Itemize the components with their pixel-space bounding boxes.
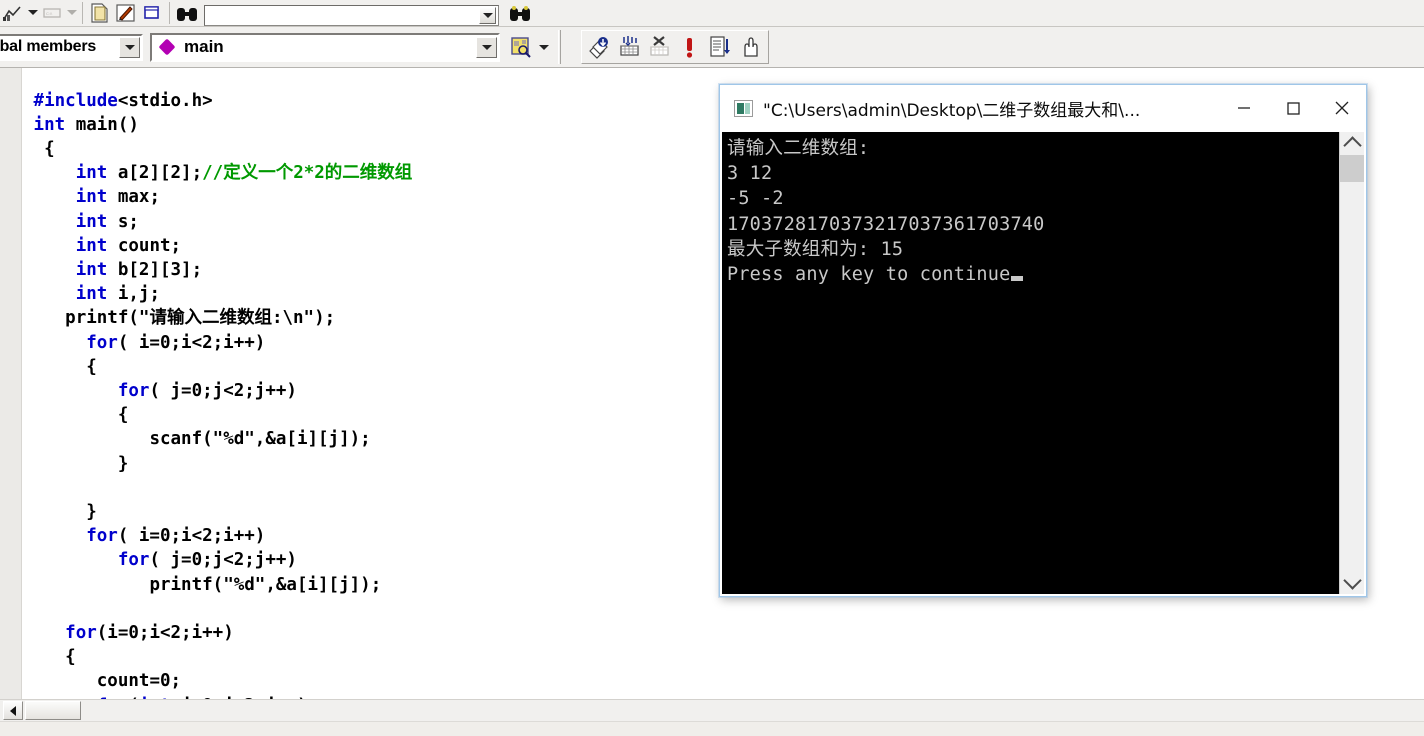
console-body: 请输入二维数组: 3 12 -5 -2 17037281703732170373… [722,132,1364,594]
ide-window: C:\\ obal members main #include<stdio.h>… [0,0,1424,736]
horizontal-scroll-thumb[interactable] [25,701,81,720]
minimize-button[interactable] [1219,85,1268,131]
scroll-left-button[interactable] [3,701,23,720]
function-diamond-icon [158,38,176,56]
console-vertical-scrollbar[interactable] [1339,132,1364,594]
build-toolbar-group [581,30,769,64]
horizontal-scroll-track[interactable] [81,701,1424,720]
console-cursor [1011,276,1024,282]
toolbar-group-left: C:\\ [0,0,78,26]
bookmark-icon[interactable] [506,32,536,62]
toolbar-group-docs [87,0,165,26]
status-bar [0,721,1424,736]
svg-text:C:\\: C:\\ [46,11,53,16]
execute-icon[interactable] [675,32,705,62]
function-combo[interactable]: main [150,32,500,62]
toolbar-separator-2 [169,2,170,24]
toolbar-separator-1 [82,2,83,24]
editor-gutter[interactable] [0,68,22,699]
stop-build-icon[interactable] [645,32,675,62]
build-icon[interactable] [615,32,645,62]
source-code[interactable]: #include<stdio.h> int main() { int a[2][… [23,89,413,700]
window-controls [1219,85,1366,132]
find-binoculars-icon[interactable] [507,2,533,26]
resource-icon[interactable]: C:\\ [39,1,65,25]
vertical-scroll-thumb[interactable] [1340,155,1364,182]
members-combo-value: obal members [0,38,97,55]
toolbar-separator-3 [558,30,561,64]
window-icon[interactable] [139,1,165,25]
search-combo-dropdown-caret[interactable] [479,7,496,24]
compile-icon[interactable] [585,32,615,62]
binoculars-icon[interactable] [174,2,200,26]
console-output-text: 请输入二维数组: 3 12 -5 -2 17037281703732170373… [727,138,1045,286]
function-combo-value: main [184,37,224,56]
maximize-button[interactable] [1268,85,1317,131]
console-app-icon [734,100,753,117]
close-button[interactable] [1317,85,1366,131]
toolbar-row-1: C:\\ [0,0,1424,27]
breakpoint-icon[interactable] [735,32,765,62]
chart-dropdown-caret[interactable] [26,1,39,25]
new-document-icon[interactable] [87,1,113,25]
console-window[interactable]: "C:\Users\admin\Desktop\二维子数组最大和\... 请输入… [719,84,1367,597]
console-title-bar[interactable]: "C:\Users\admin\Desktop\二维子数组最大和\... [720,85,1366,133]
members-combo[interactable]: obal members [0,33,143,61]
search-combo[interactable] [204,5,499,26]
editor-horizontal-scrollbar[interactable] [0,699,1424,721]
resource-dropdown-caret[interactable] [65,1,78,25]
go-icon[interactable] [705,32,735,62]
scroll-down-button[interactable] [1340,571,1364,594]
function-combo-caret[interactable] [476,36,497,58]
members-combo-caret[interactable] [119,36,140,58]
edit-pencil-icon[interactable] [113,1,139,25]
console-output[interactable]: 请输入二维数组: 3 12 -5 -2 17037281703732170373… [722,132,1339,594]
scroll-up-button[interactable] [1340,132,1364,155]
chart-icon[interactable] [0,1,26,25]
toolbar-row-2: obal members main [0,27,1424,68]
bookmark-dropdown-caret[interactable] [536,32,552,62]
console-title-text: "C:\Users\admin\Desktop\二维子数组最大和\... [763,101,1141,121]
vertical-scroll-track[interactable] [1340,182,1364,571]
